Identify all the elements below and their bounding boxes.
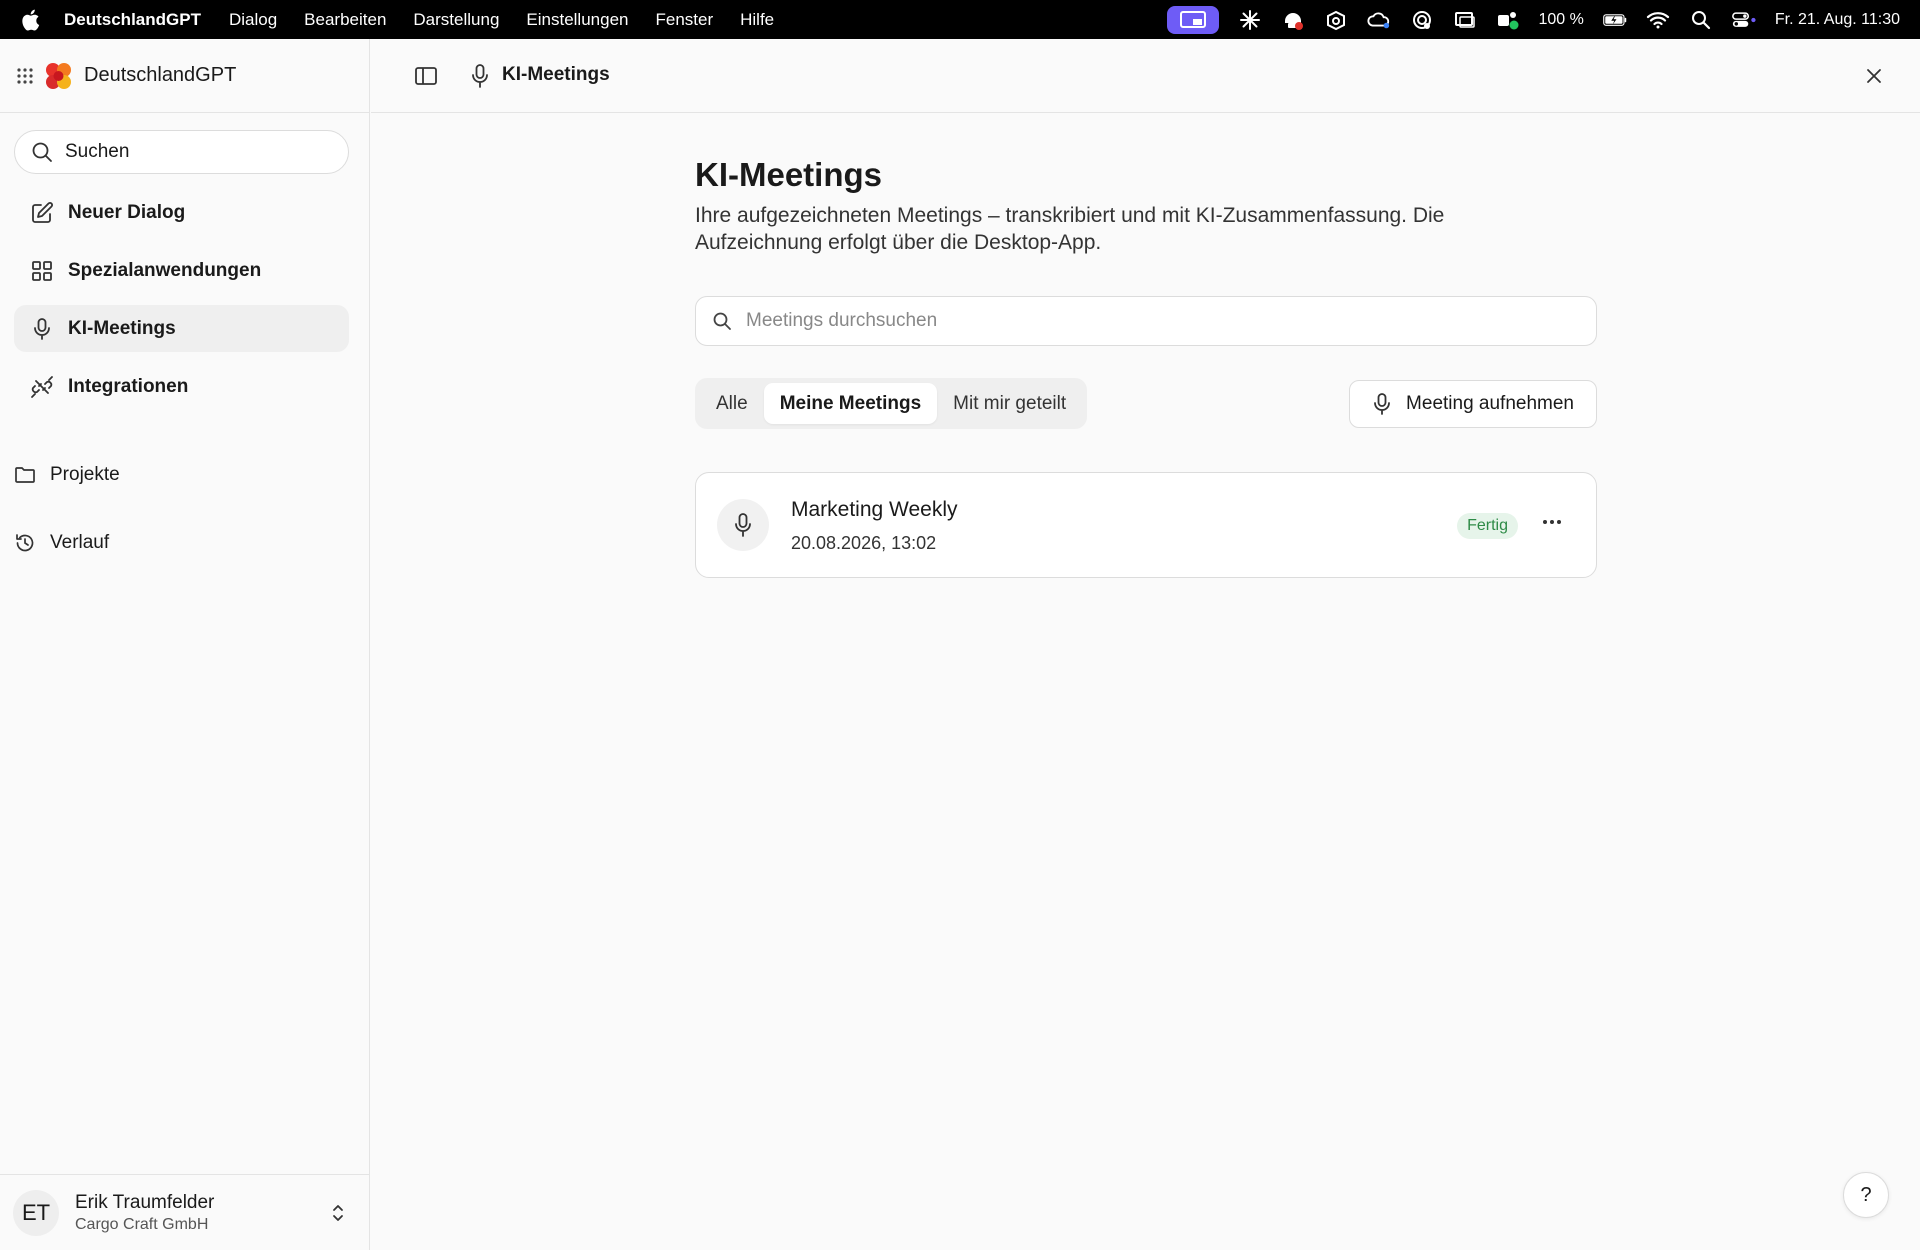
more-options-icon[interactable] — [1542, 519, 1562, 525]
plug-icon — [31, 375, 53, 398]
sidebar-item-integrationen[interactable]: Integrationen — [14, 363, 349, 410]
record-meeting-label: Meeting aufnehmen — [1406, 393, 1574, 414]
main-panel: KI-Meetings KI-Meetings Ihre aufgezeichn… — [371, 39, 1920, 1250]
clock[interactable]: Fr. 21. Aug. 11:30 — [1775, 11, 1900, 29]
status-area: 100 % Fr. 21. Aug. 11:30 — [1166, 0, 1900, 39]
sidebar-item-label: Integrationen — [68, 375, 189, 397]
sidebar-item-label: Neuer Dialog — [68, 201, 186, 223]
sidebar-section-projekte[interactable]: Projekte — [14, 455, 349, 495]
sidebar-item-spezialanwendungen[interactable]: Spezialanwendungen — [14, 247, 349, 294]
battery-percent: 100 % — [1538, 10, 1584, 28]
battery-icon[interactable] — [1603, 9, 1627, 31]
screen-share-icon[interactable] — [1166, 5, 1219, 34]
meeting-icon-wrapper — [717, 499, 769, 551]
sidebar-section-label: Verlauf — [50, 532, 110, 553]
spotlight-search-icon[interactable] — [1689, 9, 1713, 31]
menu-fenster[interactable]: Fenster — [655, 10, 713, 30]
menu-app-name[interactable]: DeutschlandGPT — [64, 10, 201, 30]
search-icon — [32, 142, 52, 162]
record-meeting-button[interactable]: Meeting aufnehmen — [1349, 380, 1597, 428]
sidebar-item-label: Spezialanwendungen — [68, 259, 262, 281]
menu-bar: DeutschlandGPT Dialog Bearbeiten Darstel… — [0, 0, 1920, 39]
status-badge: Fertig — [1457, 513, 1518, 539]
sidebar: DeutschlandGPT Suchen Neuer Dialog Spezi… — [0, 39, 370, 1250]
meeting-list-item[interactable]: Marketing Weekly 20.08.2026, 13:02 Ferti… — [695, 472, 1597, 578]
user-alert-icon[interactable] — [1281, 9, 1305, 31]
menu-einstellungen[interactable]: Einstellungen — [526, 10, 628, 30]
tab-mit-mir-geteilt[interactable]: Mit mir geteilt — [937, 383, 1082, 424]
close-icon[interactable] — [1865, 67, 1883, 85]
avatar: ET — [13, 1189, 59, 1236]
deutschlandgpt-logo-icon — [44, 62, 72, 90]
sidebar-item-ki-meetings[interactable]: KI-Meetings — [14, 305, 349, 352]
sidebar-brand-name: DeutschlandGPT — [84, 64, 237, 86]
microphone-icon — [34, 317, 50, 340]
apple-icon[interactable] — [20, 9, 40, 31]
meetings-search-input[interactable]: Meetings durchsuchen — [695, 296, 1597, 346]
meeting-date: 20.08.2026, 13:02 — [791, 533, 937, 553]
menu-bearbeiten[interactable]: Bearbeiten — [304, 10, 386, 30]
folder-icon — [15, 467, 35, 483]
help-button[interactable]: ? — [1843, 1172, 1889, 1218]
page-title: KI-Meetings — [695, 156, 883, 193]
sidebar-section-label: Projekte — [50, 464, 120, 485]
meetings-filter-tabs: Alle Meine Meetings Mit mir geteilt — [695, 378, 1088, 429]
package-icon[interactable] — [1324, 9, 1348, 31]
sidebar-search-label: Suchen — [65, 141, 130, 162]
tab-alle[interactable]: Alle — [700, 383, 764, 424]
main-topbar: KI-Meetings — [371, 39, 1920, 113]
sidebar-item-label: KI-Meetings — [68, 317, 176, 339]
microphone-icon — [1374, 393, 1390, 415]
user-name: Erik Traumfelder — [75, 1191, 215, 1213]
menu-hilfe[interactable]: Hilfe — [740, 10, 774, 30]
user-account-switcher[interactable]: ET Erik Traumfelder Cargo Craft GmbH — [0, 1174, 369, 1250]
page-description: Ihre aufgezeichneten Meetings – transkri… — [695, 204, 1445, 254]
sparkle-icon[interactable] — [1238, 9, 1262, 31]
grid-icon — [32, 260, 52, 281]
search-icon — [713, 312, 731, 330]
cloud-sync-icon[interactable] — [1366, 9, 1391, 31]
meeting-title: Marketing Weekly — [791, 498, 958, 521]
teams-icon[interactable] — [1496, 9, 1520, 31]
sidebar-item-neuer-dialog[interactable]: Neuer Dialog — [14, 189, 349, 236]
sidebar-toggle-icon[interactable] — [414, 65, 438, 87]
sidebar-search[interactable]: Suchen — [14, 130, 349, 174]
sidebar-header: DeutschlandGPT — [0, 39, 369, 113]
tab-meine-meetings[interactable]: Meine Meetings — [763, 383, 938, 424]
control-center-icon[interactable] — [1731, 9, 1756, 31]
wifi-icon[interactable] — [1646, 9, 1670, 31]
microphone-icon — [469, 63, 491, 89]
history-icon — [16, 534, 34, 552]
microphone-icon — [735, 513, 751, 537]
fingerprint-icon[interactable] — [1410, 9, 1434, 31]
chevron-up-down-icon — [333, 1205, 343, 1221]
meetings-search-placeholder: Meetings durchsuchen — [746, 310, 938, 331]
topbar-title: KI-Meetings — [502, 64, 610, 85]
app-launcher-icon[interactable] — [16, 67, 34, 85]
edit-icon — [32, 201, 53, 223]
user-company: Cargo Craft GmbH — [75, 1215, 209, 1233]
menu-dialog[interactable]: Dialog — [229, 10, 277, 30]
window-icon[interactable] — [1453, 9, 1477, 31]
sidebar-section-verlauf[interactable]: Verlauf — [14, 523, 349, 563]
menu-darstellung[interactable]: Darstellung — [413, 10, 499, 30]
